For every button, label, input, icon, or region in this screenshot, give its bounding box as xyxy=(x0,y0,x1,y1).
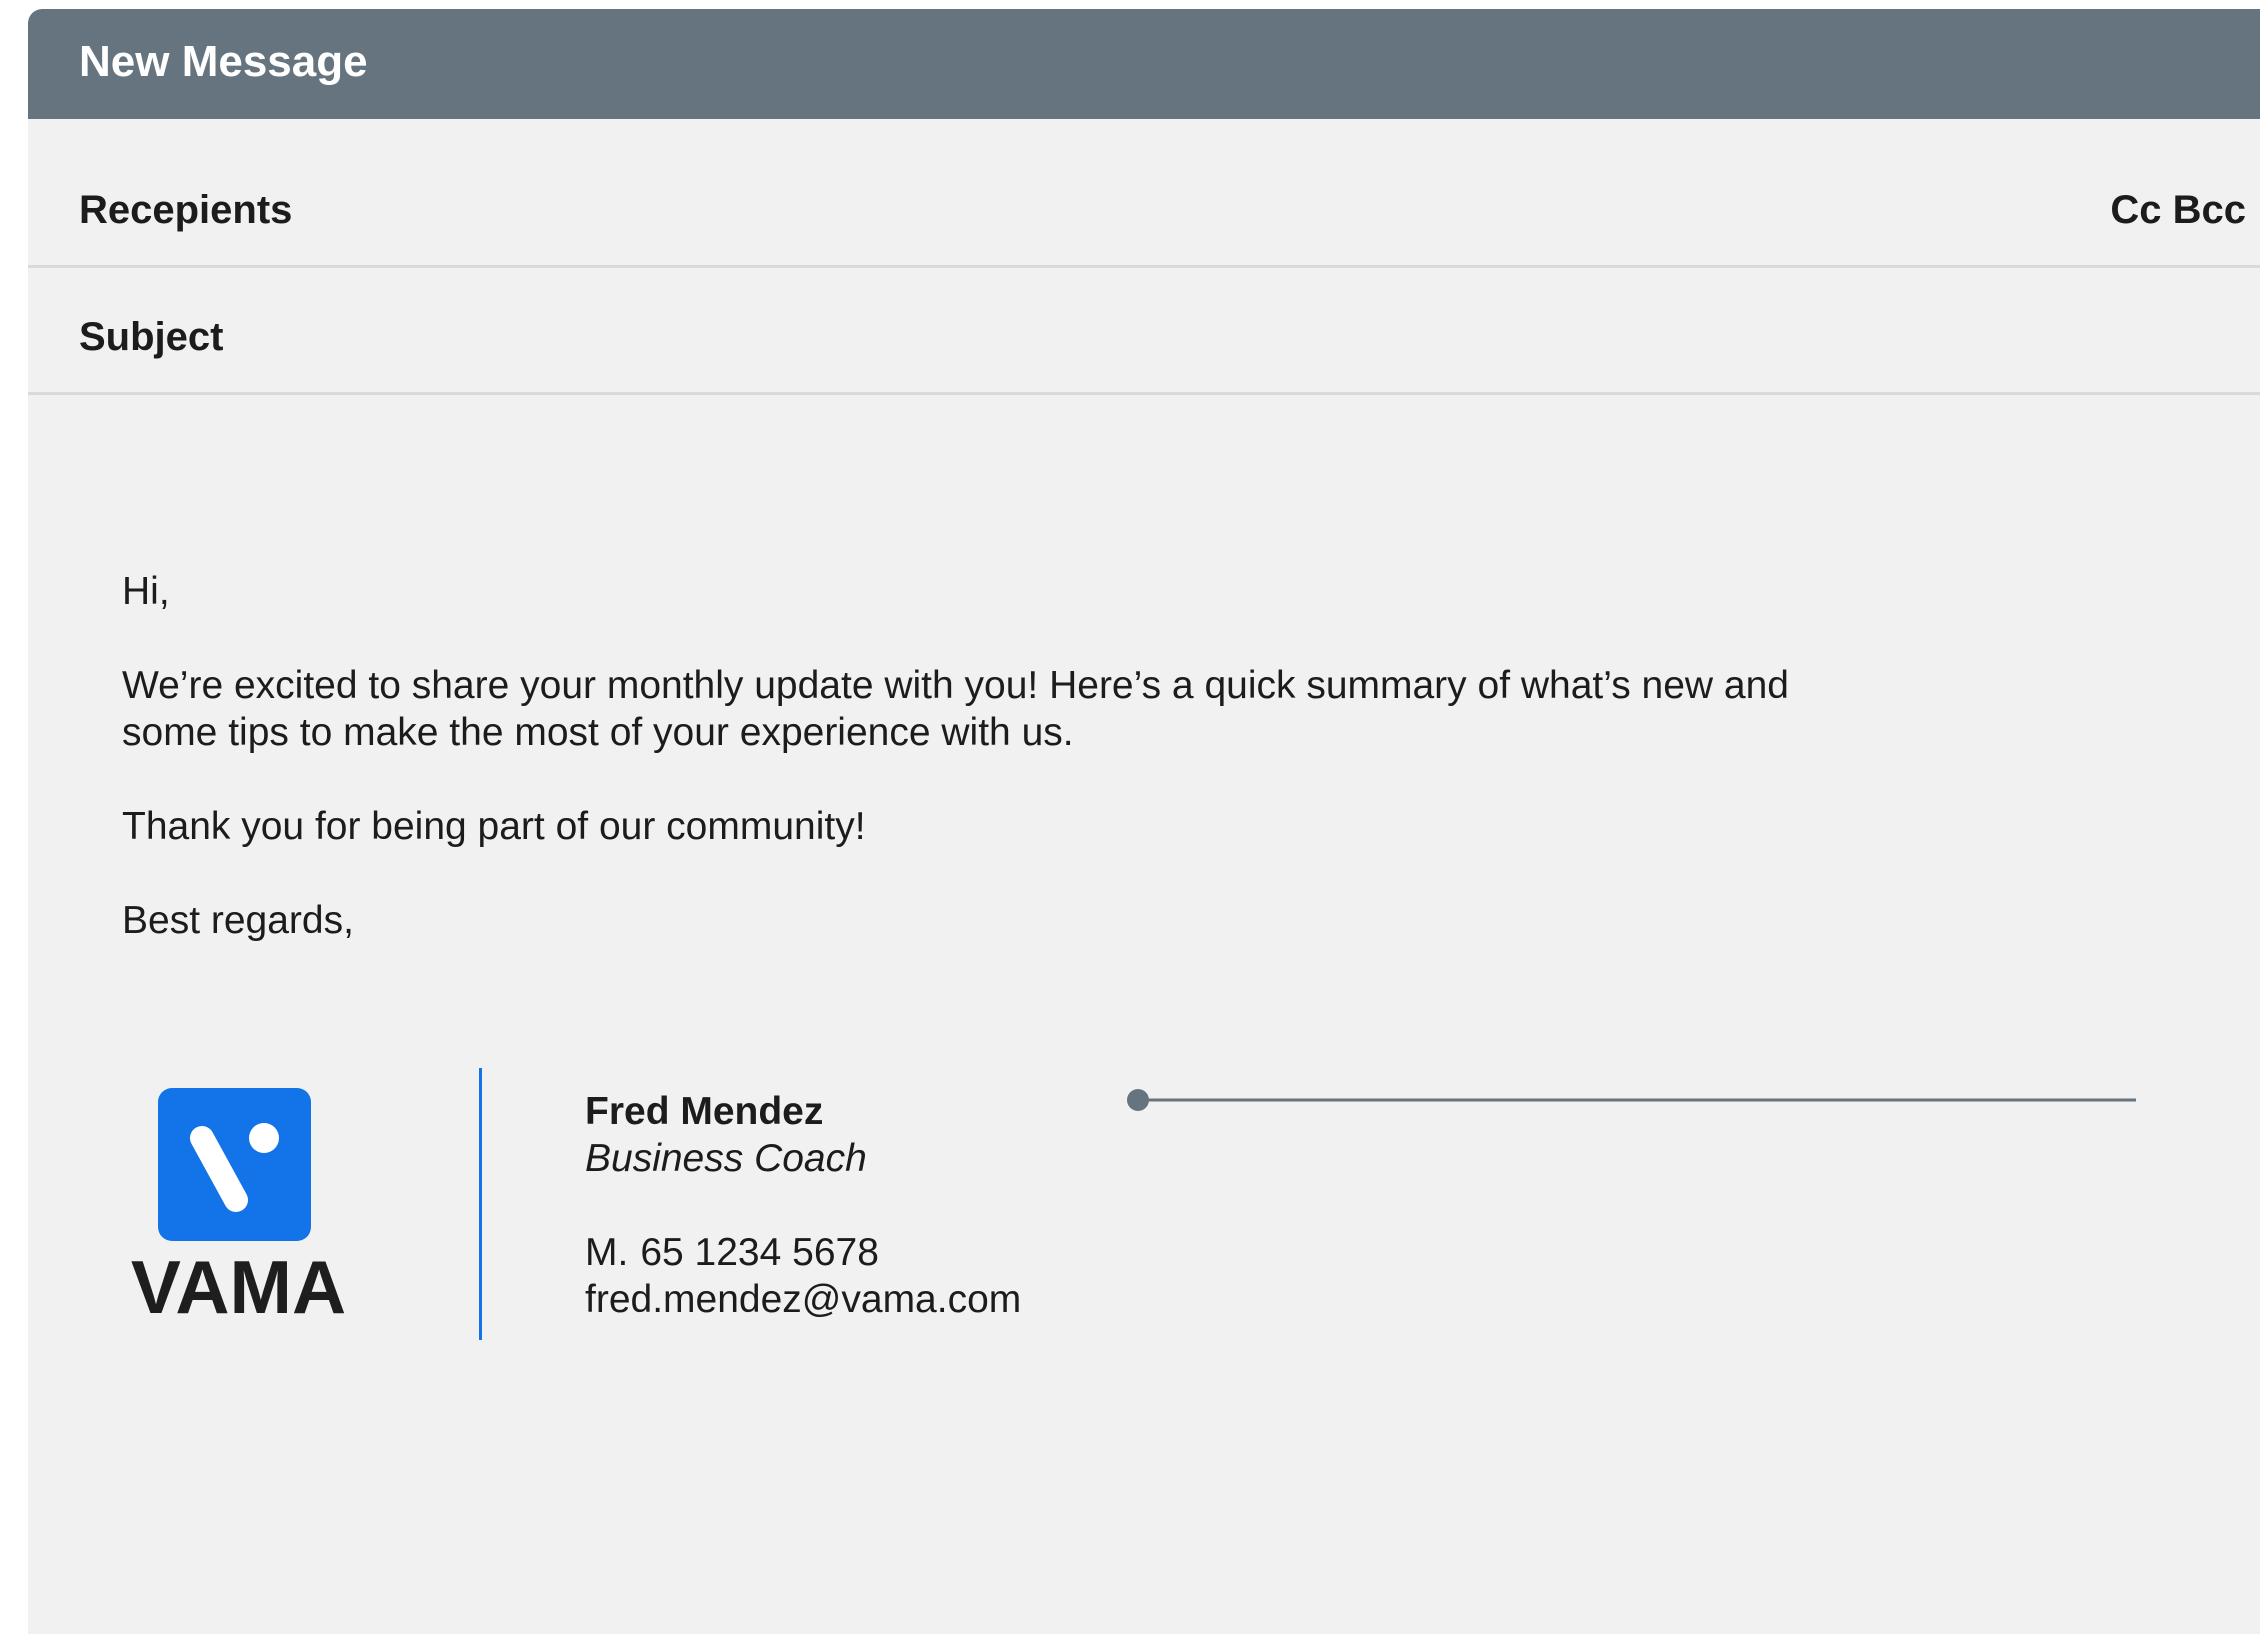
recipients-row[interactable]: Recepients Cc Bcc xyxy=(28,119,2260,268)
cc-button[interactable]: Cc xyxy=(2110,188,2161,232)
recipients-label: Recepients xyxy=(79,188,293,232)
signature-details: Fred Mendez Business Coach M. 65 1234 567… xyxy=(585,1088,1021,1323)
annotation-connector xyxy=(1127,1089,2136,1111)
signature-phone: M. 65 1234 5678 xyxy=(585,1229,1021,1276)
intro-paragraph: We’re excited to share your monthly upda… xyxy=(122,664,1789,754)
signature-name: Fred Mendez xyxy=(585,1090,824,1133)
message-body[interactable]: Hi, We’re excited to share your monthly … xyxy=(122,568,1972,991)
phone-number: 65 1234 5678 xyxy=(640,1231,879,1274)
closing-text: Best regards, xyxy=(122,899,354,942)
logo-mark-glyph xyxy=(190,1123,279,1212)
email-signature: VAMA Fred Mendez Business Coach M. 65 123… xyxy=(122,1058,2136,1348)
vama-logo-icon xyxy=(158,1088,311,1241)
phone-prefix: M. xyxy=(585,1231,629,1274)
title-bar: New Message xyxy=(28,9,2260,119)
window-title: New Message xyxy=(79,37,368,86)
subject-row[interactable]: Subject xyxy=(28,268,2260,395)
cc-bcc-toggle: Cc Bcc xyxy=(2110,190,2246,230)
signature-email[interactable]: fred.mendez@vama.com xyxy=(585,1276,1021,1323)
signature-divider xyxy=(479,1068,482,1340)
subject-label: Subject xyxy=(79,315,224,359)
bcc-button[interactable]: Bcc xyxy=(2173,188,2246,232)
logo-wordmark: VAMA xyxy=(130,1245,347,1329)
signature-role: Business Coach xyxy=(585,1137,867,1180)
greeting-text: Hi, xyxy=(122,570,170,613)
thanks-paragraph: Thank you for being part of our communit… xyxy=(122,805,866,848)
company-logo: VAMA xyxy=(122,1058,355,1328)
